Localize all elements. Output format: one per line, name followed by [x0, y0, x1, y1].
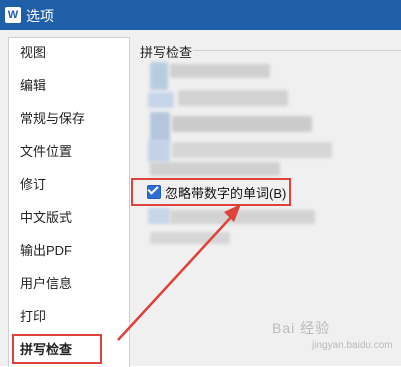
- blurred-checkbox: [150, 62, 168, 90]
- sidebar-item-export-pdf[interactable]: 输出PDF: [20, 241, 72, 261]
- section-divider: [193, 50, 401, 51]
- wps-app-icon: W: [5, 7, 21, 23]
- annotation-box-checkbox: [131, 178, 291, 206]
- sidebar-item-edit[interactable]: 编辑: [20, 76, 46, 96]
- blurred-option-text: [170, 64, 270, 78]
- blurred-option-text: [150, 162, 280, 176]
- sidebar-item-view[interactable]: 视图: [20, 43, 46, 63]
- sidebar-item-print[interactable]: 打印: [20, 307, 46, 327]
- sidebar-item-user-info[interactable]: 用户信息: [20, 274, 72, 294]
- window-title: 选项: [26, 8, 54, 24]
- blurred-option-text: [178, 90, 288, 106]
- blurred-option-text: [170, 210, 315, 224]
- sidebar-item-revision[interactable]: 修订: [20, 175, 46, 195]
- sidebar-item-general-save[interactable]: 常规与保存: [20, 109, 85, 129]
- blurred-option-text: [150, 232, 230, 244]
- blurred-checkbox: [148, 140, 170, 162]
- blurred-option-text: [172, 142, 332, 158]
- section-title: 拼写检查: [140, 45, 193, 60]
- blurred-checkbox: [150, 112, 170, 142]
- blurred-checkbox: [148, 92, 174, 108]
- sidebar-item-chinese-layout[interactable]: 中文版式: [20, 208, 72, 228]
- title-bar: W 选项: [0, 0, 401, 30]
- sidebar-item-file-location[interactable]: 文件位置: [20, 142, 72, 162]
- blurred-checkbox: [148, 208, 170, 224]
- baidu-watermark-url: jingyan.baidu.com: [312, 340, 393, 351]
- blurred-option-text: [172, 116, 312, 132]
- baidu-watermark: Bai 经验: [272, 320, 331, 336]
- annotation-box-sidebar: [12, 334, 102, 364]
